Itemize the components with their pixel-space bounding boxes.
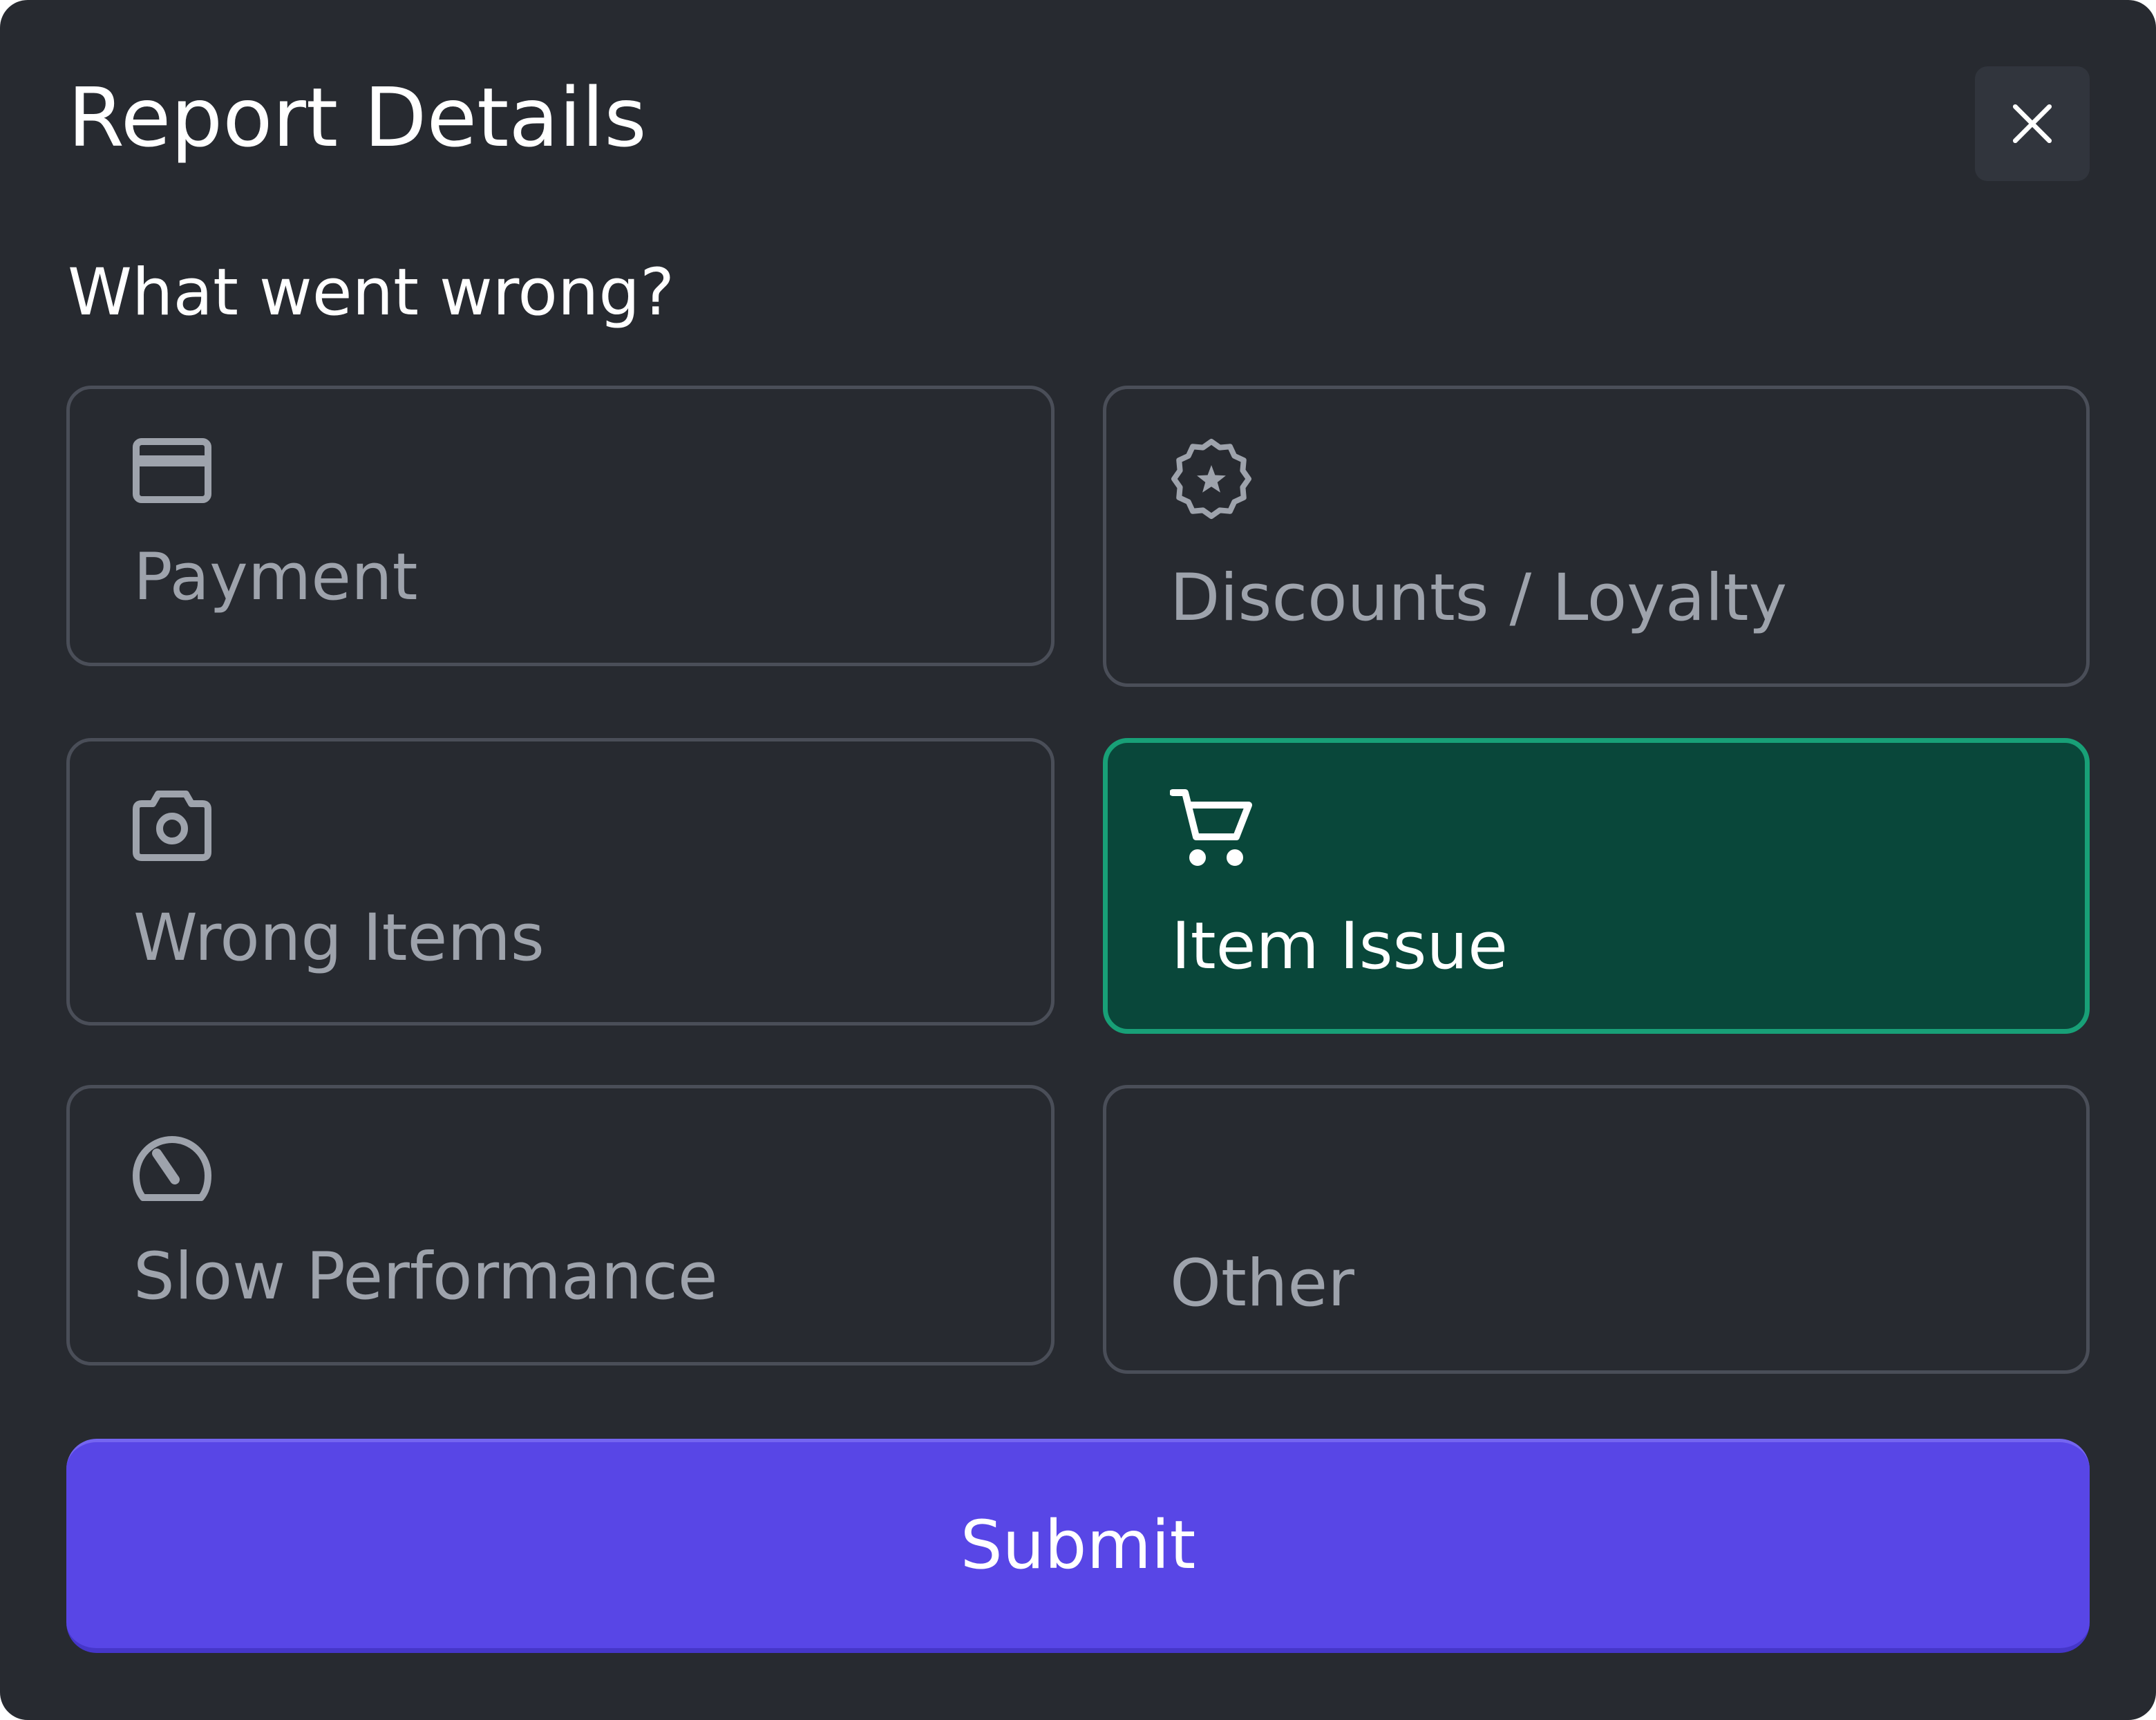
option-payment[interactable]: Payment <box>66 386 1055 666</box>
option-label: Other <box>1170 1246 1354 1321</box>
dialog-title: Report Details <box>68 70 647 165</box>
submit-button[interactable]: Submit <box>66 1439 2090 1653</box>
option-label: Discounts / Loyalty <box>1170 560 1788 636</box>
camera-icon <box>132 790 212 862</box>
report-details-dialog: Report Details What went wrong? Payment … <box>0 0 2156 1720</box>
option-other[interactable]: Other <box>1103 1085 2090 1374</box>
option-label: Wrong Items <box>133 900 545 976</box>
option-label: Payment <box>133 540 418 615</box>
close-icon <box>2007 98 2058 149</box>
badge-star-icon <box>1169 436 1254 522</box>
option-slow-performance[interactable]: Slow Performance <box>66 1085 1055 1365</box>
option-label: Item Issue <box>1171 909 1508 984</box>
question-heading: What went wrong? <box>68 255 674 330</box>
submit-label: Submit <box>960 1506 1196 1584</box>
close-button[interactable] <box>1975 66 2090 181</box>
option-discounts-loyalty[interactable]: Discounts / Loyalty <box>1103 386 2090 687</box>
option-wrong-items[interactable]: Wrong Items <box>66 738 1055 1026</box>
option-label: Slow Performance <box>133 1239 718 1314</box>
credit-card-icon <box>132 437 212 504</box>
shopping-cart-icon <box>1170 788 1253 869</box>
option-item-issue[interactable]: Item Issue <box>1103 738 2090 1034</box>
speedometer-icon <box>132 1134 212 1203</box>
